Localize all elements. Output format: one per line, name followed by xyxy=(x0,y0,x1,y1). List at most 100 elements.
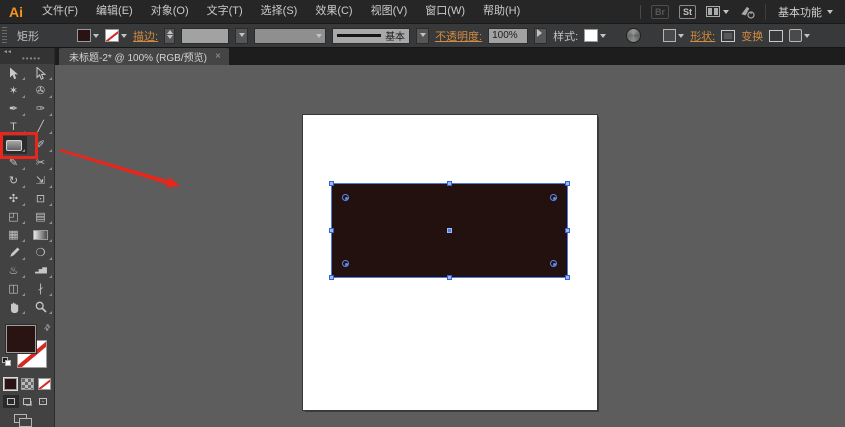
corner-widget-top-left[interactable] xyxy=(342,194,349,201)
shape-builder-tool[interactable]: ◰ xyxy=(0,208,27,226)
curvature-tool[interactable]: ✑ xyxy=(27,100,54,118)
menu-effect[interactable]: 效果(C) xyxy=(306,0,361,23)
stock-icon[interactable]: St xyxy=(679,5,696,19)
artboard-icon: ◫ xyxy=(8,284,18,295)
workspace-switcher[interactable]: 基本功能 xyxy=(765,4,833,20)
selection-tool[interactable] xyxy=(0,64,27,82)
shape-builder-icon: ◰ xyxy=(8,212,18,223)
menu-edit[interactable]: 编辑(E) xyxy=(87,0,142,23)
menu-type[interactable]: 文字(T) xyxy=(198,0,252,23)
opacity-field[interactable]: 100% xyxy=(488,28,528,44)
menu-object[interactable]: 对象(O) xyxy=(142,0,198,23)
corner-widget-top-right[interactable] xyxy=(550,194,557,201)
eyedropper-tool[interactable] xyxy=(0,244,27,262)
blend-tool[interactable]: ❍ xyxy=(27,244,54,262)
align-options[interactable] xyxy=(663,29,684,42)
transform-link[interactable]: 变换 xyxy=(741,28,763,44)
menu-window[interactable]: 窗口(W) xyxy=(416,0,474,23)
default-fill-stroke-icon[interactable] xyxy=(2,357,11,366)
draw-inside-button[interactable] xyxy=(35,395,51,408)
shape-link[interactable]: 形状: xyxy=(690,28,715,44)
pen-tool[interactable]: ✒ xyxy=(0,100,27,118)
curvature-icon: ✑ xyxy=(36,104,45,115)
artboard-tool[interactable]: ◫ xyxy=(0,280,27,298)
corner-widget-bottom-left[interactable] xyxy=(342,260,349,267)
stroke-weight-dropdown[interactable] xyxy=(235,28,248,44)
color-button[interactable] xyxy=(4,378,17,390)
scale-tool[interactable]: ⇲ xyxy=(27,172,54,190)
hand-icon xyxy=(8,301,20,313)
gradient-button[interactable] xyxy=(21,378,34,390)
brush-dropdown[interactable] xyxy=(416,28,429,44)
width-tool[interactable]: ✣ xyxy=(0,190,27,208)
opacity-link[interactable]: 不透明度: xyxy=(435,28,482,44)
mesh-icon: ▦ xyxy=(8,230,18,241)
shape-widget-icon[interactable] xyxy=(721,30,735,42)
perspective-grid-tool[interactable]: ▤ xyxy=(27,208,54,226)
illustrator-window: Ai 文件(F) 编辑(E) 对象(O) 文字(T) 选择(S) 效果(C) 视… xyxy=(0,0,845,427)
rotate-tool[interactable]: ↻ xyxy=(0,172,27,190)
menu-file[interactable]: 文件(F) xyxy=(33,0,87,23)
style-control[interactable] xyxy=(584,29,606,42)
align-to-selection[interactable] xyxy=(789,29,810,42)
draw-behind-button[interactable] xyxy=(19,395,35,408)
opacity-dropdown[interactable] xyxy=(534,28,547,44)
fill-proxy[interactable] xyxy=(6,325,36,353)
symbol-sprayer-tool[interactable]: ♨ xyxy=(0,262,27,280)
menu-help[interactable]: 帮助(H) xyxy=(474,0,529,23)
recolor-artwork-icon[interactable] xyxy=(626,28,641,43)
draw-normal-button[interactable] xyxy=(3,395,19,408)
stroke-weight-link[interactable]: 描边: xyxy=(133,28,158,44)
panel-drag-dots[interactable]: ••••• xyxy=(22,54,41,63)
menu-select[interactable]: 选择(S) xyxy=(252,0,307,23)
handle-bottom-right[interactable] xyxy=(565,275,570,280)
column-graph-tool[interactable]: ▂▅▇ xyxy=(27,262,54,280)
touch-workspace-icon[interactable] xyxy=(739,5,755,19)
direct-selection-tool[interactable] xyxy=(27,64,54,82)
lasso-tool[interactable]: ✇ xyxy=(27,82,54,100)
stroke-weight-field[interactable] xyxy=(181,28,229,44)
handle-bottom-center[interactable] xyxy=(447,275,452,280)
screen-mode-button[interactable] xyxy=(14,414,34,427)
hand-tool[interactable] xyxy=(0,298,27,316)
close-tab-icon[interactable]: × xyxy=(215,51,221,62)
zoom-tool[interactable] xyxy=(27,298,54,316)
magic-wand-tool[interactable]: ✶ xyxy=(0,82,27,100)
handle-top-right[interactable] xyxy=(565,181,570,186)
handle-middle-left[interactable] xyxy=(329,228,334,233)
collapse-panel-icon[interactable]: ◄◄ xyxy=(3,49,11,55)
handle-top-center[interactable] xyxy=(447,181,452,186)
canvas[interactable] xyxy=(55,65,845,427)
line-icon: ╱ xyxy=(37,122,44,133)
arrange-documents-icon[interactable] xyxy=(706,6,729,17)
scale-icon: ⇲ xyxy=(36,176,45,187)
none-button[interactable] xyxy=(38,378,51,390)
artboard[interactable] xyxy=(303,115,597,410)
mesh-tool[interactable]: ▦ xyxy=(0,226,27,244)
stroke-weight-stepper[interactable] xyxy=(164,28,175,44)
stroke-color-control[interactable] xyxy=(105,29,127,42)
center-point-handle[interactable] xyxy=(447,228,452,233)
width-profile-dropdown[interactable] xyxy=(254,28,326,44)
corner-widget-bottom-right[interactable] xyxy=(550,260,557,267)
slice-tool[interactable]: ∤ xyxy=(27,280,54,298)
document-tab[interactable]: 未标题-2* @ 100% (RGB/预览) × xyxy=(59,48,229,65)
swap-fill-stroke-icon[interactable]: ⇄ xyxy=(42,322,53,333)
handle-middle-right[interactable] xyxy=(565,228,570,233)
bounding-box-icon[interactable] xyxy=(769,30,783,42)
gradient-tool[interactable] xyxy=(27,226,54,244)
panel-grip[interactable] xyxy=(2,27,7,45)
selected-rectangle-object[interactable] xyxy=(332,184,567,277)
fill-color-control[interactable] xyxy=(77,29,99,42)
free-transform-tool[interactable]: ⊡ xyxy=(27,190,54,208)
brush-definition-dropdown[interactable]: 基本 xyxy=(332,28,410,44)
handle-top-left[interactable] xyxy=(329,181,334,186)
drawing-mode-buttons xyxy=(3,395,51,408)
slice-icon: ∤ xyxy=(38,284,44,295)
menu-view[interactable]: 视图(V) xyxy=(362,0,417,23)
tools-grid: ✶ ✇ ✒ ✑ T ╱ ✐ ✎ ✂ ↻ ⇲ ✣ ⊡ ◰ ▤ ▦ xyxy=(0,64,55,316)
chevron-down-icon xyxy=(678,34,684,41)
handle-bottom-left[interactable] xyxy=(329,275,334,280)
menu-bar-right: Br St 基本功能 xyxy=(640,4,845,20)
bridge-icon[interactable]: Br xyxy=(651,5,669,19)
